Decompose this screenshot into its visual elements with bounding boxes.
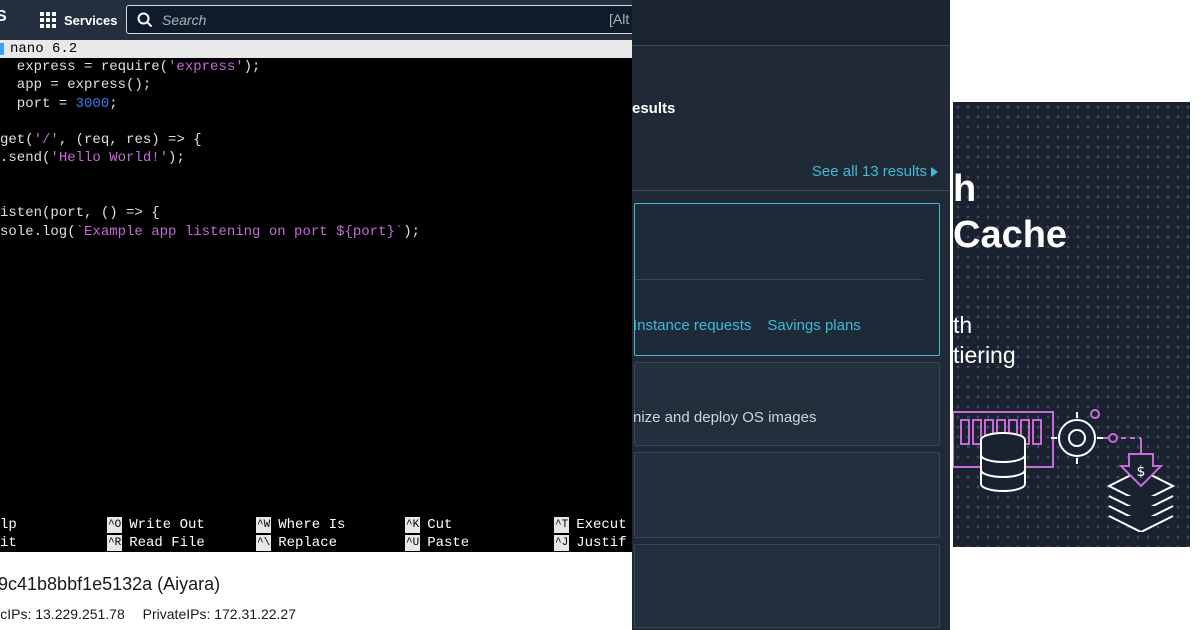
- console-search-results-panel: esults See all 13 results Instance reque…: [632, 0, 950, 630]
- shortcut-justify[interactable]: ^J Justif: [554, 534, 627, 552]
- search-results-header: [632, 0, 950, 46]
- code-editor[interactable]: express = require('express'); app = expr…: [0, 58, 632, 241]
- shortcut-write-out[interactable]: ^O Write Out: [107, 516, 205, 534]
- shortcut-execute[interactable]: ^T Execut: [554, 516, 627, 534]
- database-icon: [980, 432, 1026, 492]
- search-shortcut-hint: [Alt: [609, 11, 630, 27]
- services-menu-button[interactable]: Services: [40, 9, 118, 31]
- aws-logo[interactable]: S: [0, 8, 8, 30]
- nano-terminal[interactable]: nano 6.2 express = require('express'); a…: [0, 40, 632, 552]
- results-heading: esults: [632, 100, 676, 117]
- divider: [632, 190, 950, 191]
- code-line: port = 3000;: [0, 95, 118, 112]
- private-ips: PrivateIPs: 172.31.22.27: [142, 606, 296, 622]
- services-label: Services: [64, 12, 118, 28]
- public-ips: licIPs: 13.229.251.78: [0, 606, 125, 622]
- card-divider: [635, 279, 923, 280]
- result-card[interactable]: [634, 452, 940, 538]
- code-line: get('/', (req, res) => {: [0, 132, 202, 149]
- shortcut-help[interactable]: lp: [0, 516, 17, 534]
- caret-right-icon: [931, 166, 938, 177]
- shortcut-where-is[interactable]: ^W Where Is: [256, 516, 345, 534]
- shortcut-paste[interactable]: ^U Paste: [405, 534, 469, 552]
- see-all-label: See all 13 results: [811, 163, 927, 180]
- data-tiering-illustration: $: [953, 409, 1176, 532]
- banner-subtitle: th tiering: [953, 312, 1016, 368]
- shortcut-replace[interactable]: ^\ Replace: [256, 534, 337, 552]
- card-feature-links: Instance requests Savings plans: [633, 317, 861, 334]
- see-all-results-link[interactable]: See all 13 results: [812, 163, 938, 180]
- instance-ip-addresses: licIPs: 13.229.251.78 PrivateIPs: 172.31…: [0, 606, 296, 622]
- instance-requests-link[interactable]: Instance requests: [633, 317, 751, 334]
- search-bar[interactable]: [Alt: [126, 5, 632, 34]
- instance-connect-panel: S Services [Alt nano 6.2 express = requi…: [0, 0, 632, 630]
- nano-shortcut-bar: lp ^O Write Out ^W Where Is ^K Cut ^T Execut…: [0, 516, 632, 552]
- shortcut-read-file[interactable]: ^R Read File: [107, 534, 205, 552]
- code-line: app = express();: [0, 77, 152, 94]
- card-description: nize and deploy OS images: [633, 409, 817, 426]
- savings-plans-link[interactable]: Savings plans: [767, 317, 860, 334]
- result-card[interactable]: [634, 544, 940, 628]
- search-icon: [137, 12, 153, 27]
- search-input[interactable]: [162, 11, 582, 28]
- code-line: sole.log(`Example app listening on port …: [0, 223, 421, 240]
- result-card-image-builder[interactable]: nize and deploy OS images: [633, 362, 940, 446]
- code-line: .send('Hello World!');: [0, 150, 185, 167]
- code-line: express = require('express');: [0, 59, 261, 75]
- nano-title-bar: nano 6.2: [0, 40, 632, 58]
- shortcut-exit[interactable]: it: [0, 534, 17, 552]
- aws-top-navigation: S Services [Alt: [0, 0, 632, 40]
- elasticache-banner[interactable]: h Cache th tiering $: [953, 102, 1190, 547]
- shortcut-cut[interactable]: ^K Cut: [405, 516, 452, 534]
- shortcut-row-1: lp ^O Write Out ^W Where Is ^K Cut ^T Execut: [0, 516, 632, 534]
- grid-icon: [40, 12, 56, 28]
- instance-details: 9c41b8bbf1e5132a (Aiyara) licIPs: 13.229…: [0, 552, 632, 630]
- instance-id: 9c41b8bbf1e5132a (Aiyara): [0, 574, 221, 594]
- promo-panel: h Cache th tiering $: [950, 0, 1200, 630]
- result-card-ec2[interactable]: Instance requests Savings plans: [633, 203, 940, 356]
- banner-title: h Cache: [953, 168, 1068, 256]
- shortcut-row-2: it ^R Read File ^\ Replace ^U Paste ^J Justi…: [0, 534, 632, 552]
- code-line: isten(port, () => {: [0, 205, 160, 222]
- dollar-icon: $: [1137, 464, 1146, 480]
